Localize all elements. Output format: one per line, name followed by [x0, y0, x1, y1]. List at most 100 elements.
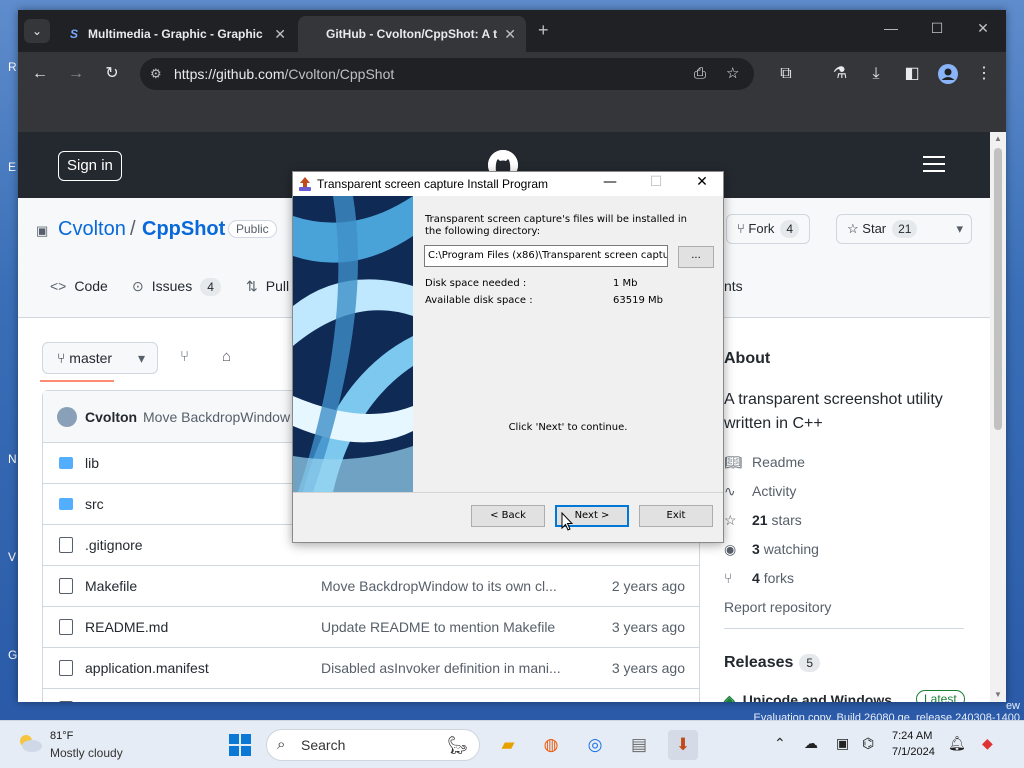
clock-time[interactable]: 7:24 AM: [892, 730, 932, 742]
file-commit-link[interactable]: Disabled asInvoker definition in mani...: [321, 660, 571, 676]
chevron-up-icon[interactable]: ⌃: [774, 735, 786, 752]
maximize-icon[interactable]: ☐: [922, 20, 952, 37]
taskbar-search[interactable]: ⌕ Search 🦕︎: [266, 729, 480, 761]
file-commit-link[interactable]: Move BackdropWindow to its own cl...: [321, 578, 571, 594]
release-name: Unicode and Windows ...: [742, 692, 908, 702]
page-scrollbar[interactable]: ▲ ▼: [990, 132, 1006, 702]
tab-pull-requests[interactable]: ⇅ Pull: [246, 278, 289, 295]
installer-icon: [299, 177, 311, 191]
table-row[interactable]: Makefile Move BackdropWindow to its own c…: [43, 566, 699, 607]
clock-date[interactable]: 7/1/2024: [892, 746, 935, 758]
table-row[interactable]: application.manifest Disabled asInvoker d…: [43, 648, 699, 689]
about-heading: About: [724, 350, 771, 367]
minimize-icon[interactable]: —: [876, 20, 906, 36]
file-name-link[interactable]: cppshot32.ico: [85, 701, 171, 702]
back-arrow-icon[interactable]: ←: [28, 62, 52, 86]
extensions-icon[interactable]: ⧉: [774, 62, 798, 86]
file-name-link[interactable]: .gitignore: [85, 537, 143, 553]
report-repository-link[interactable]: Report repository: [724, 599, 831, 615]
fork-button[interactable]: ⑂ Fork 4: [726, 214, 811, 244]
file-name-link[interactable]: Makefile: [85, 578, 137, 594]
browse-button[interactable]: ...: [678, 246, 714, 268]
file-commit-link[interactable]: Updated temporary icon: [321, 701, 571, 702]
scroll-thumb[interactable]: [994, 148, 1002, 430]
labs-flask-icon[interactable]: ⚗: [828, 62, 852, 86]
file-name-link[interactable]: lib: [85, 455, 99, 471]
file-name-link[interactable]: README.md: [85, 619, 168, 635]
repo-owner-link[interactable]: Cvolton: [58, 218, 126, 241]
watching-link[interactable]: ◉ 3 watching: [724, 541, 819, 558]
network-off-icon[interactable]: ☁: [804, 735, 818, 752]
tab-code[interactable]: <> Code: [50, 278, 108, 294]
close-window-icon[interactable]: ✕: [968, 20, 998, 37]
table-row[interactable]: README.md Update README to mention Makefi…: [43, 607, 699, 648]
forward-arrow-icon[interactable]: →: [64, 62, 88, 86]
firefox-icon[interactable]: ◍: [536, 730, 566, 760]
code-icon: <>: [50, 278, 67, 294]
bookmark-star-icon[interactable]: ☆: [726, 58, 739, 90]
activity-link[interactable]: ∿ Activity: [724, 483, 796, 500]
copilot-icon[interactable]: ◆: [982, 735, 993, 752]
cloudy-weather-icon[interactable]: [16, 733, 44, 753]
close-icon[interactable]: ✕: [274, 16, 286, 52]
commit-author-link[interactable]: Cvolton: [85, 409, 137, 425]
forks-link[interactable]: ⑂ 4 forks: [724, 570, 794, 586]
tab-issues[interactable]: ⊙ Issues 4: [132, 278, 221, 296]
tab-softpedia[interactable]: S Multimedia - Graphic - Graphic ✕: [56, 16, 296, 52]
address-bar[interactable]: ⚙ https://github.com/Cvolton/CppShot ⎙ ☆: [140, 58, 754, 90]
install-path-field[interactable]: C:\Program Files (x86)\Transparent scree…: [424, 245, 668, 267]
tab-github[interactable]: GitHub - Cvolton/CppShot: A t ✕: [298, 16, 526, 52]
disk-needed-value: 1 Mb: [613, 278, 638, 289]
disk-available-value: 63519 Mb: [613, 295, 663, 306]
side-panel-icon[interactable]: ◧: [900, 62, 924, 86]
weather-description[interactable]: Mostly cloudy: [50, 746, 123, 760]
file-explorer-icon[interactable]: ▰: [493, 730, 523, 760]
branches-icon[interactable]: ⑂: [180, 348, 189, 365]
screen-capture-tray-icon[interactable]: ▣: [836, 735, 849, 752]
latest-release-link[interactable]: ◈ Unicode and Windows ...: [724, 692, 908, 702]
reload-icon[interactable]: ↻: [100, 62, 124, 86]
dialog-titlebar[interactable]: Transparent screen capture Install Progr…: [293, 172, 723, 196]
sign-in-button[interactable]: Sign in: [58, 151, 122, 181]
repo-name-link[interactable]: CppShot: [142, 218, 225, 241]
notification-bell-icon[interactable]: 🔔︎: [948, 735, 966, 752]
commit-message-link[interactable]: Move BackdropWindow: [143, 409, 293, 425]
tag-icon[interactable]: ⌂: [222, 348, 231, 365]
scroll-down-arrow-icon[interactable]: ▼: [994, 690, 1002, 699]
chrome-icon[interactable]: ◎: [580, 730, 610, 760]
menu-dots-icon[interactable]: ⋮: [972, 62, 996, 86]
installer-taskbar-icon[interactable]: ▤: [624, 730, 654, 760]
weather-temperature[interactable]: 81°F: [50, 730, 73, 742]
file-name-link[interactable]: application.manifest: [85, 660, 209, 676]
branch-selector[interactable]: ⑂ master ▾: [42, 342, 158, 374]
avatar[interactable]: [57, 407, 77, 427]
readme-link[interactable]: 📖︎ Readme: [724, 454, 805, 471]
hamburger-menu-icon[interactable]: [923, 156, 945, 177]
windows-start-icon[interactable]: [228, 733, 252, 757]
scroll-up-arrow-icon[interactable]: ▲: [994, 134, 1002, 143]
file-commit-link[interactable]: Update README to mention Makefile: [321, 619, 571, 635]
table-row[interactable]: cppshot32.ico Updated temporary icon 3 yea…: [43, 689, 699, 702]
exit-button[interactable]: Exit: [639, 505, 713, 527]
file-age: 2 years ago: [611, 578, 685, 594]
stars-link[interactable]: ☆ 21 stars: [724, 512, 802, 529]
profile-avatar-icon[interactable]: [936, 62, 960, 86]
new-tab-icon[interactable]: +: [538, 20, 549, 41]
tab-search-button[interactable]: ⌄: [24, 19, 50, 43]
back-button[interactable]: < Back: [471, 505, 545, 527]
chevron-down-icon[interactable]: ▾: [956, 215, 963, 243]
star-button[interactable]: ☆ Star 21 ▾: [836, 214, 972, 244]
install-app-icon[interactable]: ⎙: [694, 58, 706, 90]
close-icon[interactable]: ✕: [687, 174, 717, 190]
releases-heading[interactable]: Releases 5: [724, 654, 821, 672]
minimize-icon[interactable]: —: [595, 174, 625, 190]
dialog-title: Transparent screen capture Install Progr…: [317, 177, 548, 191]
network-icon[interactable]: ⌬: [862, 735, 874, 752]
close-icon[interactable]: ✕: [504, 16, 516, 52]
disk-needed-label: Disk space needed :: [425, 278, 527, 289]
active-installer-icon[interactable]: ⬇: [668, 730, 698, 760]
file-name-link[interactable]: src: [85, 496, 104, 512]
site-info-icon[interactable]: ⚙: [150, 58, 162, 90]
download-icon[interactable]: ⤓: [864, 62, 888, 86]
tab-insights[interactable]: nts: [724, 278, 743, 294]
